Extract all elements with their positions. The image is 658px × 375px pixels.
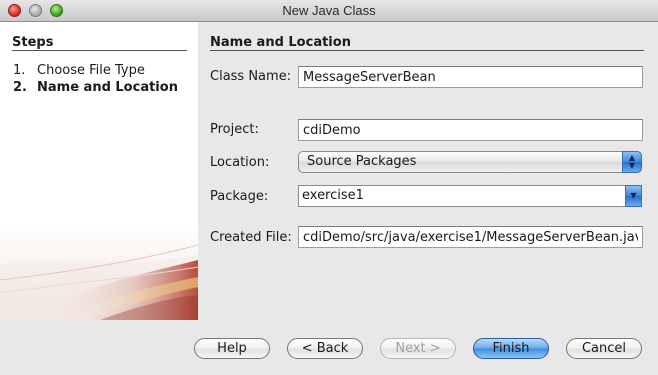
package-label: Package:: [210, 189, 269, 204]
location-select[interactable]: Source Packages ▲ ▼: [298, 151, 642, 173]
new-java-class-dialog: New Java Class Steps 1. Choose File Type …: [0, 0, 658, 375]
chevron-down-icon[interactable]: ▼: [625, 185, 642, 207]
location-label: Location:: [210, 155, 270, 170]
step-item: 1. Choose File Type: [13, 62, 178, 79]
step-label: Choose File Type: [37, 63, 145, 78]
created-file-field: [298, 226, 643, 248]
next-button[interactable]: Next >: [380, 338, 456, 359]
class-name-field[interactable]: [298, 66, 643, 88]
panel-heading: Name and Location: [210, 35, 351, 50]
created-file-label: Created File:: [210, 230, 292, 245]
decorative-swirl-graphic: [0, 225, 198, 320]
steps-divider: [12, 50, 187, 51]
step-number: 1.: [13, 63, 26, 78]
project-field: [298, 119, 643, 141]
panel-divider: [210, 50, 644, 51]
steps-heading: Steps: [12, 35, 54, 50]
step-label: Name and Location: [37, 80, 178, 95]
class-name-label: Class Name:: [210, 69, 292, 84]
project-label: Project:: [210, 122, 259, 137]
title-bar[interactable]: New Java Class: [0, 0, 658, 22]
help-button[interactable]: Help: [194, 338, 270, 359]
up-down-arrows-icon: ▲ ▼: [622, 151, 642, 173]
name-and-location-panel: Name and Location Class Name: Project: L…: [198, 22, 658, 320]
back-button[interactable]: < Back: [287, 338, 363, 359]
package-combobox[interactable]: exercise1 ▼: [298, 185, 642, 207]
package-value[interactable]: exercise1: [302, 188, 364, 203]
steps-list: 1. Choose File Type 2. Name and Location: [13, 62, 178, 96]
button-bar: Help < Back Next > Finish Cancel: [0, 320, 658, 375]
location-selected-value: Source Packages: [307, 154, 417, 169]
cancel-button[interactable]: Cancel: [566, 338, 642, 359]
steps-panel: Steps 1. Choose File Type 2. Name and Loca…: [0, 22, 198, 320]
window-title: New Java Class: [282, 3, 376, 18]
finish-button[interactable]: Finish: [473, 338, 549, 359]
step-item-current: 2. Name and Location: [13, 79, 178, 96]
step-number: 2.: [13, 80, 27, 95]
